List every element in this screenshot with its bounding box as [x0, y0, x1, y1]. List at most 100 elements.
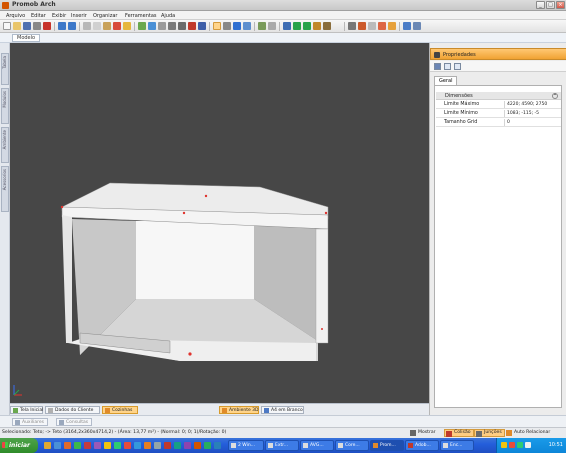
quicklaunch-icon-11[interactable] [144, 442, 151, 449]
quicklaunch-icon-18[interactable] [214, 442, 221, 449]
print-icon[interactable] [33, 22, 41, 30]
redo-icon[interactable] [68, 22, 76, 30]
property-value[interactable]: 4220; 4590; 2750 [504, 101, 560, 108]
collapse-icon[interactable]: ^ [552, 93, 558, 99]
settings-icon[interactable] [378, 22, 386, 30]
tab-consultas[interactable]: Consultas [56, 418, 93, 426]
section-dimensoes[interactable]: Dimensões ^ [436, 92, 561, 100]
stop-icon[interactable] [188, 22, 196, 30]
maximize-button[interactable]: □ [546, 1, 555, 9]
view-3d-icon[interactable] [413, 22, 421, 30]
property-row[interactable]: Limite Mínimo 1083; -115; -5 [436, 110, 561, 118]
tab-cozinhas[interactable]: Cozinhas [102, 406, 138, 414]
quicklaunch-icon-5[interactable] [84, 442, 91, 449]
taskbar-task-promob[interactable]: Prom... [370, 440, 404, 451]
room-model[interactable] [10, 43, 429, 403]
view-icon[interactable] [258, 22, 266, 30]
tray-icon[interactable] [509, 442, 515, 448]
properties-icon[interactable] [434, 63, 441, 70]
tab-tela-inicial[interactable]: Tela Inicial [10, 406, 43, 414]
3d-viewport[interactable] [10, 43, 429, 403]
tab-geral[interactable]: Geral [434, 76, 458, 85]
quicklaunch-icon-9[interactable] [124, 442, 131, 449]
pin-icon[interactable] [434, 52, 440, 58]
new-icon[interactable] [3, 22, 11, 30]
tray-icon[interactable] [525, 442, 531, 448]
quicklaunch-ie-icon[interactable] [54, 442, 61, 449]
list-icon[interactable] [444, 63, 451, 70]
dock-tab-acessorios[interactable]: Acessorios [1, 166, 9, 212]
tray-icon[interactable] [501, 442, 507, 448]
menu-organizar[interactable]: Organizar [93, 13, 117, 19]
taskbar-task[interactable]: Extr... [265, 440, 299, 451]
mostrar-button[interactable]: Mostrar [410, 429, 436, 437]
taskbar-task[interactable]: 2 Win... [228, 440, 264, 451]
copy-icon[interactable] [93, 22, 101, 30]
down-arrow-icon[interactable] [303, 22, 311, 30]
up-arrow-icon[interactable] [293, 22, 301, 30]
tab-auxiliares[interactable]: Auxiliares [12, 418, 48, 426]
print-preview-icon[interactable] [43, 22, 51, 30]
quicklaunch-icon-16[interactable] [194, 442, 201, 449]
tab-dados-cliente[interactable]: Dados do Cliente [45, 406, 100, 414]
zoom-icon[interactable] [243, 22, 251, 30]
menu-inserir[interactable]: Inserir [71, 13, 87, 19]
quicklaunch-icon-17[interactable] [204, 442, 211, 449]
quicklaunch-icon-6[interactable] [94, 442, 101, 449]
shape-icon[interactable] [168, 22, 176, 30]
cut-icon[interactable] [83, 22, 91, 30]
close-button[interactable]: × [556, 1, 565, 9]
text-icon[interactable] [198, 22, 206, 30]
measure-icon[interactable] [158, 22, 166, 30]
brush-icon[interactable] [123, 22, 131, 30]
tray-icon[interactable] [517, 442, 523, 448]
tab-a4-em-branco[interactable]: A4 em Branco [261, 406, 304, 414]
colisao-toggle[interactable]: Colisão [444, 429, 474, 437]
quicklaunch-icon-8[interactable] [114, 442, 121, 449]
tool-icon[interactable] [358, 22, 366, 30]
taskbar-task[interactable]: Adob... [405, 440, 439, 451]
render-icon[interactable] [138, 22, 146, 30]
align-icon[interactable] [323, 22, 331, 30]
menu-arquivo[interactable]: Arquivo [6, 13, 25, 19]
tab-modelo[interactable]: Modelo [12, 34, 41, 42]
start-button[interactable]: iniciar [0, 438, 38, 453]
taskbar-task[interactable]: Core... [335, 440, 369, 451]
property-row[interactable]: Tamanho Grid 0 [436, 119, 561, 127]
camera-icon[interactable] [283, 22, 291, 30]
menu-ajuda[interactable]: Ajuda [161, 13, 175, 19]
quicklaunch-icon-12[interactable] [154, 442, 161, 449]
save-icon[interactable] [23, 22, 31, 30]
select-icon[interactable] [213, 22, 221, 30]
dock-tab-modulos[interactable]: Modulos [1, 88, 9, 124]
taskbar-task[interactable]: AVG... [300, 440, 334, 451]
quicklaunch-icon-7[interactable] [104, 442, 111, 449]
option-icon[interactable] [368, 22, 376, 30]
tab-ambiente-3d[interactable]: Ambiente 3D [219, 406, 259, 414]
undo-icon[interactable] [58, 22, 66, 30]
quicklaunch-icon-13[interactable] [164, 442, 171, 449]
quicklaunch-app-icon[interactable] [64, 442, 71, 449]
globe-icon[interactable] [148, 22, 156, 30]
quicklaunch-icon-10[interactable] [134, 442, 141, 449]
rotate-icon[interactable] [313, 22, 321, 30]
paste-icon[interactable] [103, 22, 111, 30]
pan-icon[interactable] [233, 22, 241, 30]
cube-icon[interactable] [403, 22, 411, 30]
delete-icon[interactable] [113, 22, 121, 30]
taskbar-task[interactable]: Enc... [440, 440, 474, 451]
juncoes-toggle[interactable]: Junções [474, 429, 505, 437]
quicklaunch-icon-4[interactable] [74, 442, 81, 449]
dock-tab-ambiente[interactable]: Ambiente [1, 127, 9, 163]
property-value[interactable]: 1083; -115; -5 [504, 110, 560, 117]
layers-icon[interactable] [268, 22, 276, 30]
mirror-icon[interactable] [178, 22, 186, 30]
auto-relacionar-toggle[interactable]: Auto Relacionar [506, 429, 550, 437]
property-row[interactable]: Limite Máximo 4220; 4590; 2750 [436, 101, 561, 109]
quicklaunch-icon-15[interactable] [184, 442, 191, 449]
menu-ferramentas[interactable]: Ferramentas [125, 13, 157, 19]
open-icon[interactable] [13, 22, 21, 30]
menu-editar[interactable]: Editar [31, 13, 46, 19]
group-icon[interactable] [348, 22, 356, 30]
menu-exibir[interactable]: Exibir [52, 13, 66, 19]
